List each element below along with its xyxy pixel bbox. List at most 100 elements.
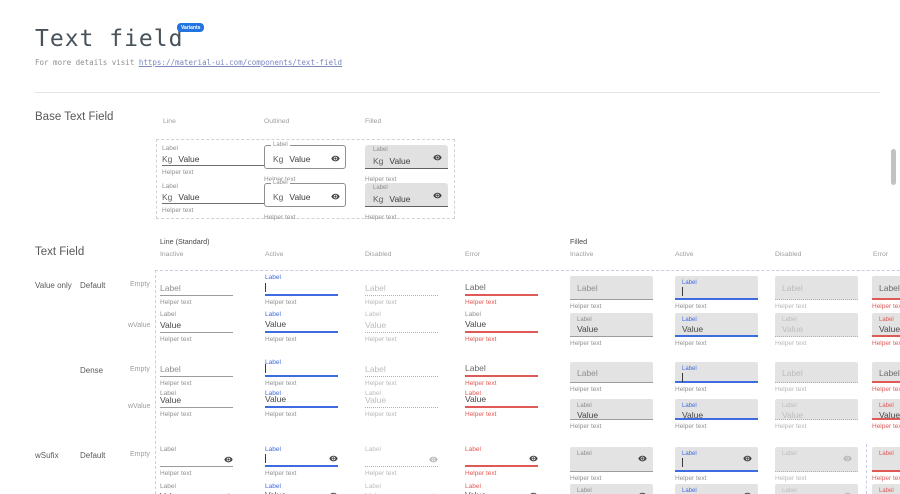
field-value: Value [682,410,703,420]
text-field-filled-inactive[interactable]: Label Helper text [570,362,653,393]
field-label: Label [373,185,388,191]
text-field-line-error[interactable]: LabelValueHelper text [465,483,538,494]
text-cursor [265,454,266,463]
text-field-filled-disabled[interactable]: LabelHelper text [775,447,858,482]
text-field-line-disabled[interactable]: LabelHelper text [365,359,438,387]
column-header-outlined: Outlined [264,118,289,125]
field-helper-text: Helper text [570,386,653,393]
text-field-line-active[interactable]: LabelHelper text [265,446,338,477]
text-field-filled-active[interactable]: LabelValueHelper text [675,399,758,430]
text-field-filled-active[interactable]: LabelValueHelper text [675,313,758,347]
design-spec-canvas: Text field Variants For more details vis… [0,0,900,494]
base-section-title: Base Text Field [35,111,113,123]
text-field-line-active[interactable]: Label Helper text [265,274,338,306]
text-field-line-inactive[interactable]: LabelHelper text [160,446,233,477]
text-field-filled-error[interactable]: LabelValueHelper text [872,484,900,494]
field-label: Label [782,279,851,298]
field-helper-text: Helper text [365,411,438,418]
field-value: Value [465,319,486,329]
text-field-filled-active[interactable]: LabelValueHelper text [675,484,758,494]
text-field-line-error[interactable]: LabelValueHelper text [465,390,538,418]
text-field-line-disabled[interactable]: LabelValueHelper text [365,311,438,343]
field-label-floating: Label [265,274,338,283]
text-field-filled-active[interactable]: LabelHelper text [675,276,758,310]
filled-box: LabelValue [675,399,758,420]
field-value: Value [289,192,310,202]
field-input-row: Value [465,397,538,408]
field-label: Label [162,145,278,153]
text-field-line-disabled[interactable]: LabelValueHelper text [365,483,438,494]
field-value-row: Value [682,410,751,420]
base-text-field-line[interactable]: LabelKgValueHelper text [162,145,278,176]
text-field-line-inactive[interactable]: LabelHelper text [160,359,233,387]
field-label-floating: Label [879,487,900,494]
text-field-filled-inactive[interactable]: LabelHelper text [570,447,653,482]
text-field-filled-active[interactable]: LabelHelper text [675,447,758,482]
field-helper-text: Helper text [265,380,338,387]
doc-link[interactable]: https://material-ui.com/components/text-… [139,58,342,67]
field-label-floating: Label [782,450,851,458]
text-field-line-disabled[interactable]: LabelValueHelper text [365,390,438,418]
field-label-floating: Label [682,316,751,324]
field-label: Label [577,365,646,381]
field-value: Value [577,410,598,420]
text-field-filled-inactive[interactable]: LabelValueHelper text [570,313,653,347]
field-prefix: Kg [162,192,172,202]
text-field-line-active[interactable]: LabelHelper text [265,359,338,387]
field-helper-text: Helper text [775,423,858,430]
text-field-line-error[interactable]: LabelValueHelper text [465,311,538,343]
text-field-line-error[interactable]: LabelHelper text [465,274,538,306]
text-field-filled-error[interactable]: LabelHelper text [872,447,900,482]
text-field-filled-disabled[interactable]: LabelValueHelper text [775,484,858,494]
text-field-filled-error[interactable]: LabelHelper text [872,362,900,393]
text-field-filled-disabled[interactable]: LabelValueHelper text [775,313,858,347]
text-cursor [265,364,266,373]
filled-box: LabelValue [775,484,858,494]
base-text-field-line[interactable]: LabelKgValueHelper text [162,183,278,214]
field-value-row: Value [577,410,646,420]
field-helper-text: Helper text [265,299,338,306]
text-field-line-inactive[interactable]: LabelValueHelper text [160,311,233,343]
text-field-line-active[interactable]: LabelValueHelper text [265,483,338,494]
text-field-filled-inactive[interactable]: LabelValueHelper text [570,399,653,430]
filled-box: Label [872,447,900,472]
field-label-floating: Label [682,365,751,373]
filled-box: Label [675,276,758,300]
text-field-line-inactive[interactable]: LabelValueHelper text [160,390,233,418]
field-helper-text: Helper text [570,423,653,430]
text-field-filled-active[interactable]: LabelHelper text [675,362,758,393]
text-field-line-active[interactable]: LabelValueHelper text [265,390,338,418]
text-field-filled-disabled[interactable]: LabelHelper text [775,362,858,393]
text-field-line-inactive[interactable]: LabelValueHelper text [160,483,233,494]
field-value: Value [465,490,486,494]
field-helper-text: Helper text [264,214,295,221]
page-title: Text field [35,26,183,52]
filled-box: LabelValue [775,399,858,420]
group-header: Filled [570,237,587,246]
text-field-line-disabled[interactable]: LabelHelper text [365,274,438,306]
text-field-filled-disabled[interactable]: LabelHelper text [775,276,858,310]
field-input-row: Label [160,283,233,296]
text-field-filled-error[interactable]: LabelHelper text [872,276,900,310]
text-field-filled-inactive[interactable]: LabelValueHelper text [570,484,653,494]
text-field-filled-inactive[interactable]: LabelHelper text [570,276,653,310]
text-field-line-disabled[interactable]: LabelHelper text [365,446,438,477]
field-helper-text: Helper text [570,303,653,310]
text-field-filled-error[interactable]: LabelValueHelper text [872,399,900,430]
text-field-line-error[interactable]: LabelHelper text [465,446,538,477]
field-value: Value [160,395,181,405]
field-value-row [682,373,751,384]
field-label-floating: Label [682,279,751,287]
text-field-filled-error[interactable]: LabelValueHelper text [872,313,900,347]
eye-icon [638,487,647,494]
field-value: Value [178,192,199,202]
text-field-filled-disabled[interactable]: LabelValue Helper text [775,399,858,430]
eye-icon [529,454,538,463]
text-field-line-active[interactable]: LabelValueHelper text [265,311,338,343]
text-field-line-inactive[interactable]: LabelHelper text [160,274,233,306]
field-helper-text: Helper text [265,336,338,343]
text-field-line-error[interactable]: LabelHelper text [465,359,538,387]
filled-box: Label [872,276,900,300]
vertical-scrollbar-thumb[interactable] [891,149,896,185]
field-input-row: Label [365,283,438,296]
